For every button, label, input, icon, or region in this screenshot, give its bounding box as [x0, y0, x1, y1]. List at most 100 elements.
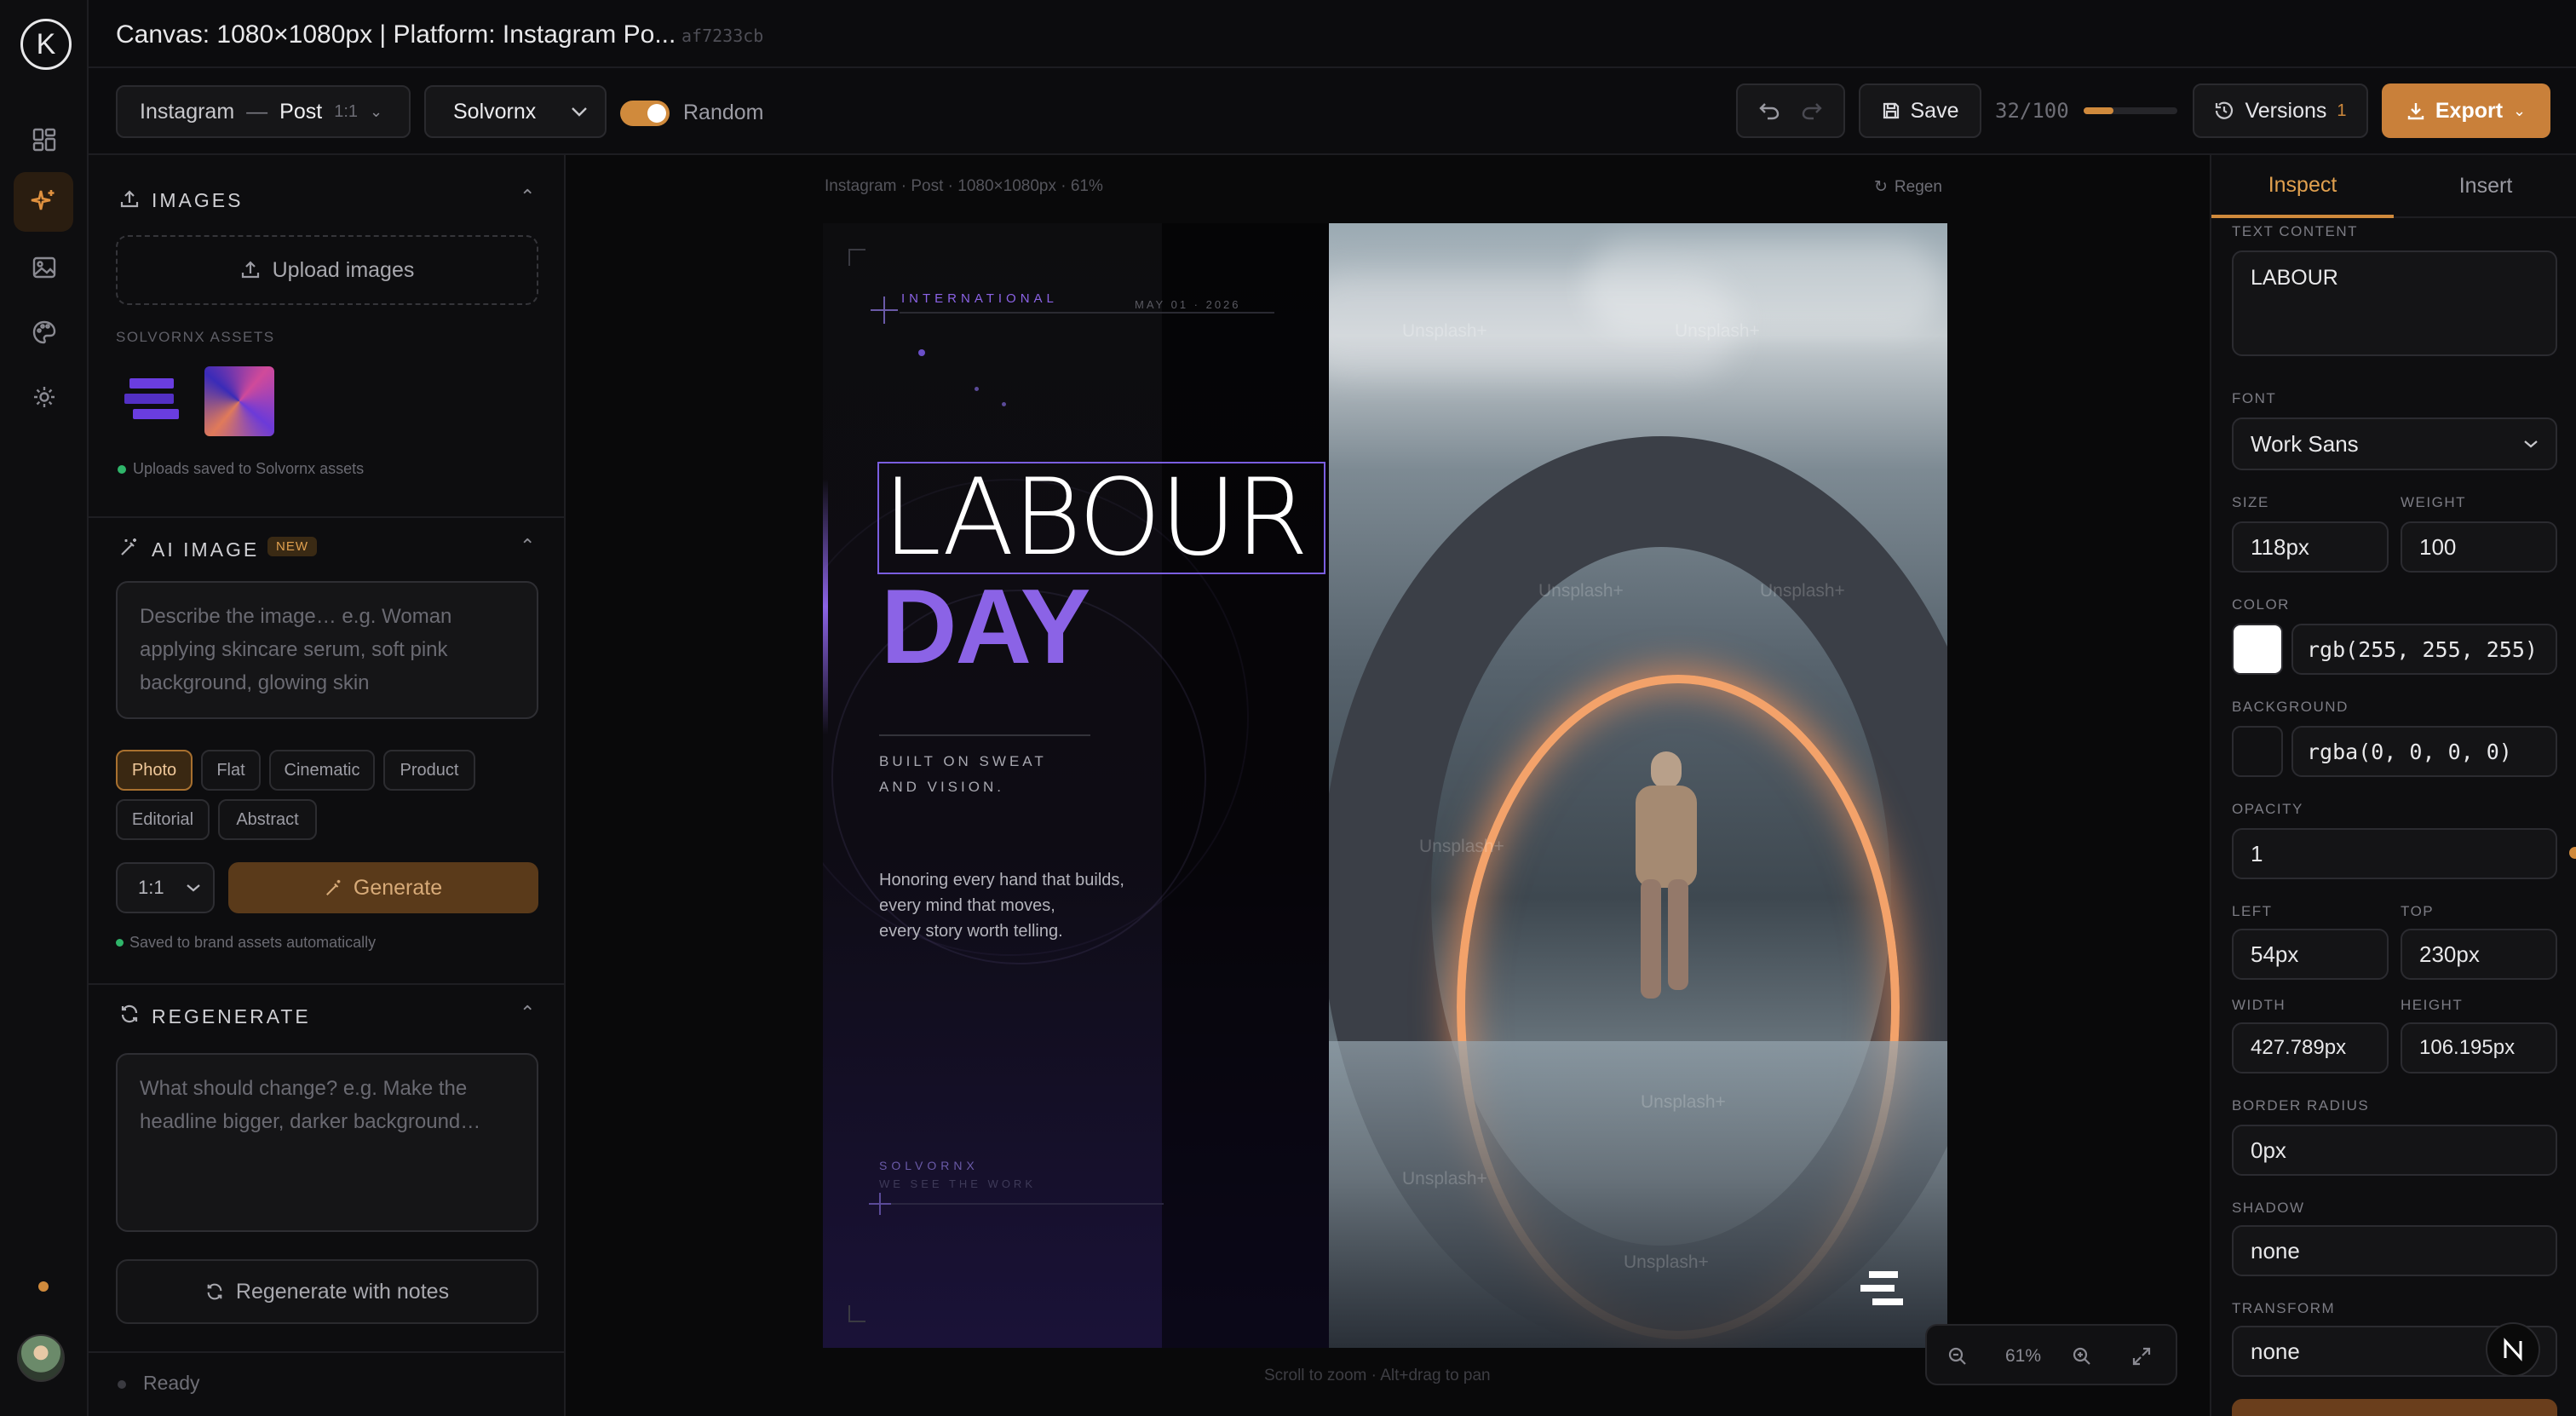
export-button[interactable]: Export ⌄ — [2382, 83, 2550, 138]
fullscreen-icon[interactable] — [2131, 1346, 2152, 1367]
size-input[interactable]: 118px — [2232, 521, 2389, 573]
color-input[interactable]: rgb(255, 255, 255) — [2291, 624, 2557, 675]
generate-label: Generate — [353, 875, 443, 900]
opacity-input[interactable]: 1 — [2232, 828, 2557, 879]
abstract-image-asset[interactable] — [204, 366, 274, 436]
save-icon — [1883, 102, 1899, 119]
usage-bar-fill — [2084, 107, 2114, 114]
platform-dash: — — [246, 99, 268, 124]
color-swatch[interactable] — [2232, 624, 2283, 675]
platform-select[interactable]: Instagram — Post 1:1 ⌄ — [116, 85, 411, 138]
watermark: Unsplash+ — [1641, 1092, 1726, 1112]
crosshair-icon — [871, 296, 898, 324]
canvas-area[interactable]: Instagram · Post · 1080×1080px · 61% ↻ R… — [566, 155, 2210, 1416]
upload-images-button[interactable]: Upload images — [116, 235, 538, 305]
style-chip-flat[interactable]: Flat — [201, 750, 261, 791]
background-input[interactable]: rgba(0, 0, 0, 0) — [2291, 726, 2557, 777]
poster[interactable]: Unsplash+ Unsplash+ Unsplash+ Unsplash+ … — [823, 223, 1947, 1348]
watermark: Unsplash+ — [1624, 1252, 1709, 1272]
background-swatch[interactable] — [2232, 726, 2283, 777]
font-label: FONT — [2232, 390, 2277, 406]
border-radius-input[interactable]: 0px — [2232, 1125, 2557, 1176]
tab-inspect[interactable]: Inspect — [2211, 155, 2394, 218]
regenerate-notes-input[interactable]: What should change? e.g. Make the headli… — [116, 1053, 538, 1232]
undo-icon[interactable] — [1759, 101, 1780, 120]
slider-handle[interactable] — [2569, 847, 2576, 859]
inspector-panel: Inspect Insert TEXT CONTENT LABOUR FONT … — [2210, 155, 2576, 1416]
top-header: Canvas: 1080×1080px | Platform: Instagra… — [89, 0, 2576, 68]
layout-icon[interactable] — [26, 121, 63, 158]
left-input[interactable]: 54px — [2232, 929, 2389, 980]
poster-headline-1[interactable]: LABOUR — [877, 462, 1325, 574]
height-input[interactable]: 106.195px — [2401, 1022, 2557, 1074]
width-input[interactable]: 427.789px — [2232, 1022, 2389, 1074]
top-input[interactable]: 230px — [2401, 929, 2557, 980]
refresh-icon — [207, 1283, 222, 1300]
regenerate-section-header[interactable]: REGENERATE ⌃ — [116, 999, 542, 1033]
redo-icon[interactable] — [1802, 101, 1822, 120]
palette-icon[interactable] — [26, 314, 63, 351]
brand-mark-icon — [1860, 1271, 1903, 1309]
tab-insert[interactable]: Insert — [2394, 155, 2576, 218]
generate-button[interactable]: Generate — [228, 862, 538, 913]
images-section-header[interactable]: IMAGES ⌃ — [116, 186, 542, 216]
chevron-up-icon[interactable]: ⌃ — [520, 1002, 535, 1024]
save-button[interactable]: Save — [1859, 83, 1981, 138]
canvas-meta: Instagram · Post · 1080×1080px · 61% — [825, 177, 1103, 195]
zoom-in-icon[interactable] — [2072, 1346, 2092, 1367]
chevron-down-icon — [2524, 440, 2538, 448]
regenerate-with-notes-label: Regenerate with notes — [235, 1279, 450, 1304]
style-chip-photo[interactable]: Photo — [116, 750, 193, 791]
opacity-label: OPACITY — [2232, 801, 2303, 817]
toggle-knob — [647, 104, 666, 123]
poster-headline-2[interactable]: DAY — [881, 573, 1090, 682]
avatar[interactable] — [17, 1334, 65, 1382]
random-toggle[interactable] — [620, 101, 670, 126]
image-icon[interactable] — [26, 249, 63, 286]
shadow-input[interactable]: none — [2232, 1225, 2557, 1276]
page-title: Canvas: 1080×1080px | Platform: Instagra… — [116, 20, 676, 49]
chevron-up-icon[interactable]: ⌃ — [520, 535, 535, 557]
ratio-select[interactable]: 1:1 — [116, 862, 215, 913]
style-chip-product[interactable]: Product — [383, 750, 475, 791]
chevron-up-icon[interactable]: ⌃ — [520, 186, 535, 208]
brand-label: Solvornx — [453, 99, 537, 124]
section-divider — [89, 1351, 566, 1353]
shadow-label: SHADOW — [2232, 1200, 2305, 1216]
font-select[interactable]: Work Sans — [2232, 417, 2557, 470]
ai-sparkle-icon[interactable] — [14, 172, 73, 232]
ai-image-section-header[interactable]: AI IMAGE NEW ⌃ — [116, 532, 542, 566]
notification-dot — [38, 1281, 49, 1292]
versions-count: 1 — [2337, 101, 2347, 120]
text-content-input[interactable]: LABOUR — [2232, 250, 2557, 356]
versions-label: Versions — [2245, 98, 2327, 123]
ai-prompt-input[interactable]: Describe the image… e.g. Woman applying … — [116, 581, 538, 719]
help-fab[interactable] — [2486, 1322, 2540, 1377]
app-logo[interactable]: K — [20, 19, 72, 70]
height-label: HEIGHT — [2401, 997, 2464, 1013]
style-chip-cinematic[interactable]: Cinematic — [269, 750, 375, 791]
watermark: Unsplash+ — [1760, 581, 1845, 601]
weight-input[interactable]: 100 — [2401, 521, 2557, 573]
versions-button[interactable]: Versions 1 — [2193, 83, 2368, 138]
chevron-down-icon: ⌄ — [370, 102, 383, 120]
brand-select[interactable]: Solvornx — [424, 85, 607, 138]
style-chip-abstract[interactable]: Abstract — [218, 799, 317, 840]
style-chip-editorial[interactable]: Editorial — [116, 799, 210, 840]
width-label: WIDTH — [2232, 997, 2286, 1013]
poster-bottom-rule — [891, 1203, 1164, 1205]
refresh-icon: ↻ — [1874, 178, 1888, 196]
poster-brand-sub: WE SEE THE WORK — [879, 1177, 1036, 1190]
zoom-out-icon[interactable] — [1947, 1346, 1968, 1367]
poster-tagline-1: BUILT ON SWEAT — [879, 753, 1047, 769]
color-label: COLOR — [2232, 596, 2290, 613]
status-text: Ready — [143, 1372, 200, 1394]
apply-button-edge[interactable] — [2232, 1399, 2557, 1416]
chevron-down-icon — [187, 884, 200, 892]
regen-link[interactable]: ↻ Regen — [1874, 177, 1942, 197]
regenerate-with-notes-button[interactable]: Regenerate with notes — [116, 1259, 538, 1324]
download-icon — [2407, 103, 2424, 120]
random-label: Random — [683, 101, 764, 124]
brand-logo-asset[interactable] — [123, 368, 186, 431]
settings-icon[interactable] — [26, 378, 63, 416]
